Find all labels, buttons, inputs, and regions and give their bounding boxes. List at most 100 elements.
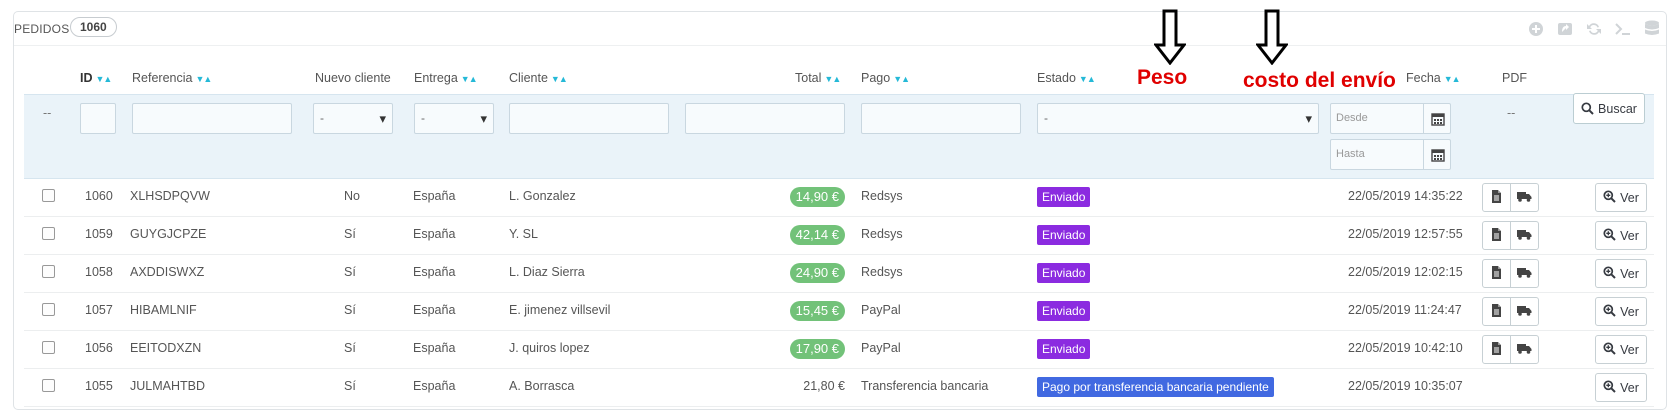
order-reference: GUYGJCPZE	[130, 227, 207, 241]
truck-icon	[1517, 229, 1532, 243]
table-row[interactable]: 1056 EEITODXZN Sí España J. quiros lopez 17,9…	[24, 331, 1654, 369]
filter-id-input[interactable]	[80, 103, 116, 134]
filter-total-input[interactable]	[685, 103, 845, 134]
row-checkbox[interactable]	[42, 265, 55, 278]
filter-nuevo-cliente-select[interactable]: -	[313, 103, 393, 134]
order-new-customer: No	[344, 189, 360, 203]
order-payment: PayPal	[861, 303, 901, 317]
filter-cliente-input[interactable]	[509, 103, 669, 134]
column-header-total[interactable]: Total ▼▲	[795, 71, 841, 85]
filter-date-to[interactable]: Hasta	[1330, 139, 1451, 170]
total-value: 21,80 €	[803, 379, 845, 393]
view-order-button[interactable]: Ver	[1595, 335, 1647, 364]
filter-checkbox-placeholder: --	[43, 106, 52, 120]
truck-icon	[1517, 191, 1532, 205]
calendar-icon[interactable]	[1423, 104, 1451, 133]
sort-icon[interactable]: ▼▲	[195, 74, 212, 84]
sql-terminal-icon[interactable]	[1608, 12, 1637, 46]
invoice-pdf-button[interactable]	[1482, 335, 1511, 364]
order-delivery-country: España	[413, 189, 456, 203]
delivery-slip-button[interactable]	[1510, 335, 1539, 364]
table-row[interactable]: 1055 JULMAHTBD Sí España A. Borrasca 21,80 € T…	[24, 369, 1654, 407]
file-text-icon	[1491, 189, 1502, 206]
sort-icon[interactable]: ▼▲	[824, 74, 841, 84]
sort-icon[interactable]: ▼▲	[1079, 74, 1096, 84]
filter-referencia-input[interactable]	[132, 103, 292, 134]
delivery-slip-button[interactable]	[1510, 183, 1539, 212]
annotation-costo-envio: costo del envío	[1243, 69, 1396, 92]
total-badge: 14,90 €	[789, 187, 845, 207]
invoice-pdf-button[interactable]	[1482, 259, 1511, 288]
delivery-slip-button[interactable]	[1510, 297, 1539, 326]
column-header-referencia[interactable]: Referencia ▼▲	[132, 71, 212, 85]
table-row[interactable]: 1057 HIBAMLNIF Sí España E. jimenez villsevi…	[24, 293, 1654, 331]
export-icon[interactable]	[1550, 12, 1579, 46]
order-new-customer: Sí	[344, 303, 356, 317]
view-order-button[interactable]: Ver	[1595, 259, 1647, 288]
sort-icon[interactable]: ▼▲	[461, 74, 478, 84]
zoom-in-icon	[1603, 189, 1620, 206]
sort-icon[interactable]: ▼▲	[893, 74, 910, 84]
order-date: 22/05/2019 12:02:15	[1348, 265, 1463, 279]
order-id: 1059	[85, 227, 113, 241]
calendar-icon[interactable]	[1423, 140, 1451, 169]
table-row[interactable]: 1058 AXDDISWXZ Sí España L. Diaz Sierra 24,90…	[24, 255, 1654, 293]
filter-estado-select[interactable]: -	[1037, 103, 1319, 134]
column-header-nuevo-cliente: Nuevo cliente	[315, 71, 391, 85]
order-status-badge: Enviado	[1037, 263, 1091, 283]
total-badge: 42,14 €	[789, 225, 845, 245]
row-checkbox[interactable]	[42, 303, 55, 316]
row-checkbox[interactable]	[42, 341, 55, 354]
filter-pdf-placeholder: --	[1507, 106, 1516, 120]
invoice-pdf-button[interactable]	[1482, 221, 1511, 250]
sort-icon[interactable]: ▼▲	[1444, 74, 1461, 84]
column-header-pago[interactable]: Pago ▼▲	[861, 71, 910, 85]
order-date: 22/05/2019 10:42:10	[1348, 341, 1463, 355]
order-reference: EEITODXZN	[130, 341, 202, 355]
filter-entrega-select[interactable]: -	[414, 103, 494, 134]
invoice-pdf-button[interactable]	[1482, 297, 1511, 326]
order-date: 22/05/2019 11:24:47	[1348, 303, 1462, 317]
column-header-cliente[interactable]: Cliente ▼▲	[509, 71, 568, 85]
delivery-slip-button[interactable]	[1510, 221, 1539, 250]
row-checkbox[interactable]	[42, 227, 55, 240]
truck-icon	[1517, 305, 1532, 319]
view-order-button[interactable]: Ver	[1595, 221, 1647, 250]
column-header-id[interactable]: ID ▼▲	[80, 71, 113, 85]
column-header-fecha[interactable]: Fecha ▼▲	[1406, 71, 1461, 85]
order-delivery-country: España	[413, 227, 456, 241]
file-text-icon	[1491, 341, 1502, 358]
order-status-badge: Enviado	[1037, 339, 1091, 359]
view-order-button[interactable]: Ver	[1595, 373, 1647, 402]
view-order-button[interactable]: Ver	[1595, 297, 1647, 326]
search-button[interactable]: Buscar	[1573, 93, 1645, 124]
database-icon[interactable]	[1637, 12, 1666, 46]
order-delivery-country: España	[413, 341, 456, 355]
table-row[interactable]: 1059 GUYGJCPZE Sí España Y. SL 42,14 € Redsys E…	[24, 217, 1654, 255]
sort-icon[interactable]: ▼▲	[96, 74, 113, 84]
refresh-icon[interactable]	[1579, 12, 1608, 46]
view-order-button[interactable]: Ver	[1595, 183, 1647, 212]
down-arrow-icon	[1256, 9, 1288, 65]
search-icon	[1581, 102, 1594, 115]
order-new-customer: Sí	[344, 227, 356, 241]
zoom-in-icon	[1603, 227, 1620, 244]
order-status-badge: Enviado	[1037, 301, 1091, 321]
row-checkbox[interactable]	[42, 379, 55, 392]
sort-icon[interactable]: ▼▲	[551, 74, 568, 84]
column-header-estado[interactable]: Estado ▼▲	[1037, 71, 1096, 85]
delivery-slip-button[interactable]	[1510, 259, 1539, 288]
file-text-icon	[1491, 227, 1502, 244]
filter-date-from[interactable]: Desde	[1330, 103, 1451, 134]
order-id: 1058	[85, 265, 113, 279]
row-checkbox[interactable]	[42, 189, 55, 202]
invoice-pdf-button[interactable]	[1482, 183, 1511, 212]
order-date: 22/05/2019 10:35:07	[1348, 379, 1463, 393]
filter-pago-input[interactable]	[861, 103, 1021, 134]
total-badge: 24,90 €	[789, 263, 845, 283]
column-header-entrega[interactable]: Entrega ▼▲	[414, 71, 478, 85]
order-id: 1056	[85, 341, 113, 355]
table-row[interactable]: 1060 XLHSDPQVW No España L. Gonzalez 14,90 € R…	[24, 179, 1654, 217]
order-payment: Transferencia bancaria	[861, 379, 989, 393]
add-icon[interactable]	[1521, 12, 1550, 46]
